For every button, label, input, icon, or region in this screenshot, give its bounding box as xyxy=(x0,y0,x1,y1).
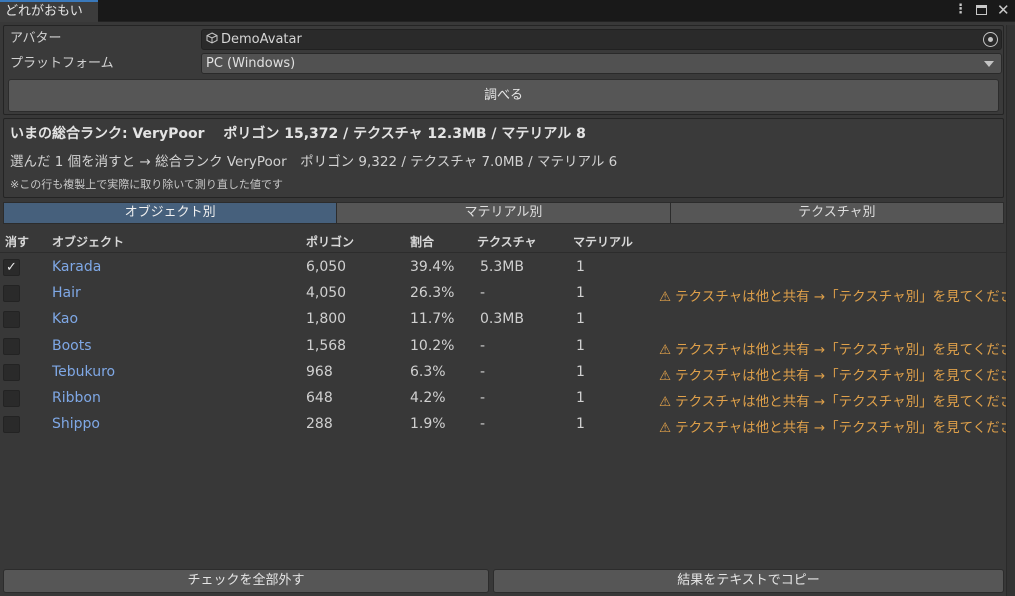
shared-texture-warning: ⚠ テクスチャは他と共有 →「テクスチャ別」を見てください xyxy=(659,416,1015,436)
remove-checkbox[interactable] xyxy=(3,338,20,355)
table-header: 消す オブジェクト ポリゴン 割合 テクスチャ マテリアル xyxy=(0,233,1006,251)
table-row: Kao 1,800 11.7% 0.3MB 1 ⚠ xyxy=(0,308,1006,334)
warning-text: テクスチャは他と共有 →「テクスチャ別」を見てください xyxy=(675,420,1015,436)
polygon-ratio: 39.4% xyxy=(410,259,455,275)
platform-dropdown[interactable]: PC (Windows) xyxy=(201,53,1002,74)
window-controls: ⋮ ✕ xyxy=(954,2,1010,18)
material-count: 1 xyxy=(576,416,585,432)
warning-text: テクスチャは他と共有 →「テクスチャ別」を見てください xyxy=(675,394,1015,410)
remove-checkbox[interactable] xyxy=(3,364,20,381)
polygon-ratio: 1.9% xyxy=(410,416,446,432)
polygon-count: 6,050 xyxy=(306,259,347,275)
header-texture: テクスチャ xyxy=(477,235,537,249)
polygon-ratio: 10.2% xyxy=(410,338,455,354)
shared-texture-warning: ⚠ テクスチャは他と共有 →「テクスチャ別」を見てください xyxy=(659,285,1015,305)
table-row: Shippo 288 1.9% - 1 ⚠ テクスチャは他と共有 →「テクスチャ別… xyxy=(0,413,1015,439)
header-divider xyxy=(0,252,1006,253)
warning-icon: ⚠ xyxy=(659,289,672,305)
object-link[interactable]: Ribbon xyxy=(52,390,101,406)
avatar-label: アバター xyxy=(10,31,62,46)
remove-checkbox[interactable]: ✓ xyxy=(3,259,20,276)
tab-by-object[interactable]: オブジェクト別 xyxy=(3,202,338,224)
header-polygons: ポリゴン xyxy=(306,235,355,249)
warning-icon: ⚠ xyxy=(659,368,672,384)
polygon-count: 648 xyxy=(306,390,333,406)
table-row: ✓ Karada 6,050 39.4% 5.3MB 1 ⚠ xyxy=(0,256,1006,282)
polygon-ratio: 11.7% xyxy=(410,311,455,327)
material-count: 1 xyxy=(576,364,585,380)
warning-text: テクスチャは他と共有 →「テクスチャ別」を見てください xyxy=(675,368,1015,384)
object-link[interactable]: Karada xyxy=(52,259,101,275)
object-link[interactable]: Shippo xyxy=(52,416,100,432)
maximize-icon[interactable] xyxy=(976,5,987,15)
header-remove: 消す xyxy=(5,235,30,249)
summary-note: ※この行も複製上で実際に取り除いて測り直した値です xyxy=(10,178,283,191)
texture-size: 5.3MB xyxy=(480,259,524,275)
platform-label: プラットフォーム xyxy=(10,56,114,71)
table-row: Hair 4,050 26.3% - 1 ⚠ テクスチャは他と共有 →「テクスチャ… xyxy=(0,282,1015,308)
warning-text: テクスチャは他と共有 →「テクスチャ別」を見てください xyxy=(675,289,1015,305)
window-titlebar: どれがおもい ⋮ ✕ xyxy=(0,0,1015,22)
platform-value: PC (Windows) xyxy=(206,56,296,71)
avatar-object-field[interactable]: DemoAvatar xyxy=(201,29,1002,50)
window-tab[interactable]: どれがおもい xyxy=(0,0,98,22)
object-link[interactable]: Tebukuro xyxy=(52,364,115,380)
polygon-count: 4,050 xyxy=(306,285,347,301)
warning-icon: ⚠ xyxy=(659,342,672,358)
material-count: 1 xyxy=(576,259,585,275)
inspect-button[interactable]: 調べる xyxy=(8,79,999,112)
polygon-count: 288 xyxy=(306,416,333,432)
after-remove-summary: 選んだ 1 個を消すと → 総合ランク VeryPoor ポリゴン 9,322 … xyxy=(10,154,618,170)
vertical-scrollbar[interactable] xyxy=(1006,25,1015,596)
tab-by-texture[interactable]: テクスチャ別 xyxy=(669,202,1004,224)
polygon-count: 968 xyxy=(306,364,333,380)
remove-checkbox[interactable] xyxy=(3,416,20,433)
material-count: 1 xyxy=(576,311,585,327)
shared-texture-warning: ⚠ テクスチャは他と共有 →「テクスチャ別」を見てください xyxy=(659,364,1015,384)
avatar-value: DemoAvatar xyxy=(221,32,302,47)
chevron-down-icon xyxy=(984,61,994,67)
texture-size: - xyxy=(480,285,486,301)
remove-checkbox[interactable] xyxy=(3,285,20,302)
summary-box: いまの総合ランク: VeryPoor ポリゴン 15,372 / テクスチャ 1… xyxy=(3,118,1004,198)
material-count: 1 xyxy=(576,338,585,354)
warning-text: テクスチャは他と共有 →「テクスチャ別」を見てください xyxy=(675,342,1015,358)
material-count: 1 xyxy=(576,390,585,406)
cube-icon xyxy=(206,32,218,44)
table-row: Tebukuro 968 6.3% - 1 ⚠ テクスチャは他と共有 →「テクスチ… xyxy=(0,361,1015,387)
polygon-count: 1,800 xyxy=(306,311,347,327)
object-link[interactable]: Hair xyxy=(52,285,81,301)
remove-checkbox[interactable] xyxy=(3,311,20,328)
header-ratio: 割合 xyxy=(410,235,435,249)
close-icon[interactable]: ✕ xyxy=(997,2,1010,18)
shared-texture-warning: ⚠ テクスチャは他と共有 →「テクスチャ別」を見てください xyxy=(659,390,1015,410)
material-count: 1 xyxy=(576,285,585,301)
table-row: Ribbon 648 4.2% - 1 ⚠ テクスチャは他と共有 →「テクスチャ別… xyxy=(0,387,1015,413)
polygon-ratio: 4.2% xyxy=(410,390,446,406)
current-rank-summary: いまの総合ランク: VeryPoor ポリゴン 15,372 / テクスチャ 1… xyxy=(10,126,586,142)
texture-size: - xyxy=(480,338,486,354)
object-link[interactable]: Boots xyxy=(52,338,92,354)
shared-texture-warning: ⚠ テクスチャは他と共有 →「テクスチャ別」を見てください xyxy=(659,338,1015,358)
texture-size: - xyxy=(480,416,486,432)
texture-size: 0.3MB xyxy=(480,311,524,327)
polygon-ratio: 6.3% xyxy=(410,364,446,380)
table-row: Boots 1,568 10.2% - 1 ⚠ テクスチャは他と共有 →「テクスチ… xyxy=(0,335,1015,361)
copy-result-button[interactable]: 結果をテキストでコピー xyxy=(493,569,1004,593)
texture-size: - xyxy=(480,390,486,406)
polygon-count: 1,568 xyxy=(306,338,347,354)
uncheck-all-button[interactable]: チェックを全部外す xyxy=(3,569,489,593)
warning-icon: ⚠ xyxy=(659,420,672,436)
kebab-menu-icon[interactable]: ⋮ xyxy=(954,2,967,18)
header-material: マテリアル xyxy=(573,235,633,249)
view-tabs: オブジェクト別 マテリアル別 テクスチャ別 xyxy=(3,202,1004,224)
object-link[interactable]: Kao xyxy=(52,311,78,327)
object-picker-icon[interactable] xyxy=(983,32,998,47)
remove-checkbox[interactable] xyxy=(3,390,20,407)
tab-by-material[interactable]: マテリアル別 xyxy=(336,202,671,224)
header-object: オブジェクト xyxy=(52,235,125,249)
polygon-ratio: 26.3% xyxy=(410,285,455,301)
warning-icon: ⚠ xyxy=(659,394,672,410)
texture-size: - xyxy=(480,364,486,380)
